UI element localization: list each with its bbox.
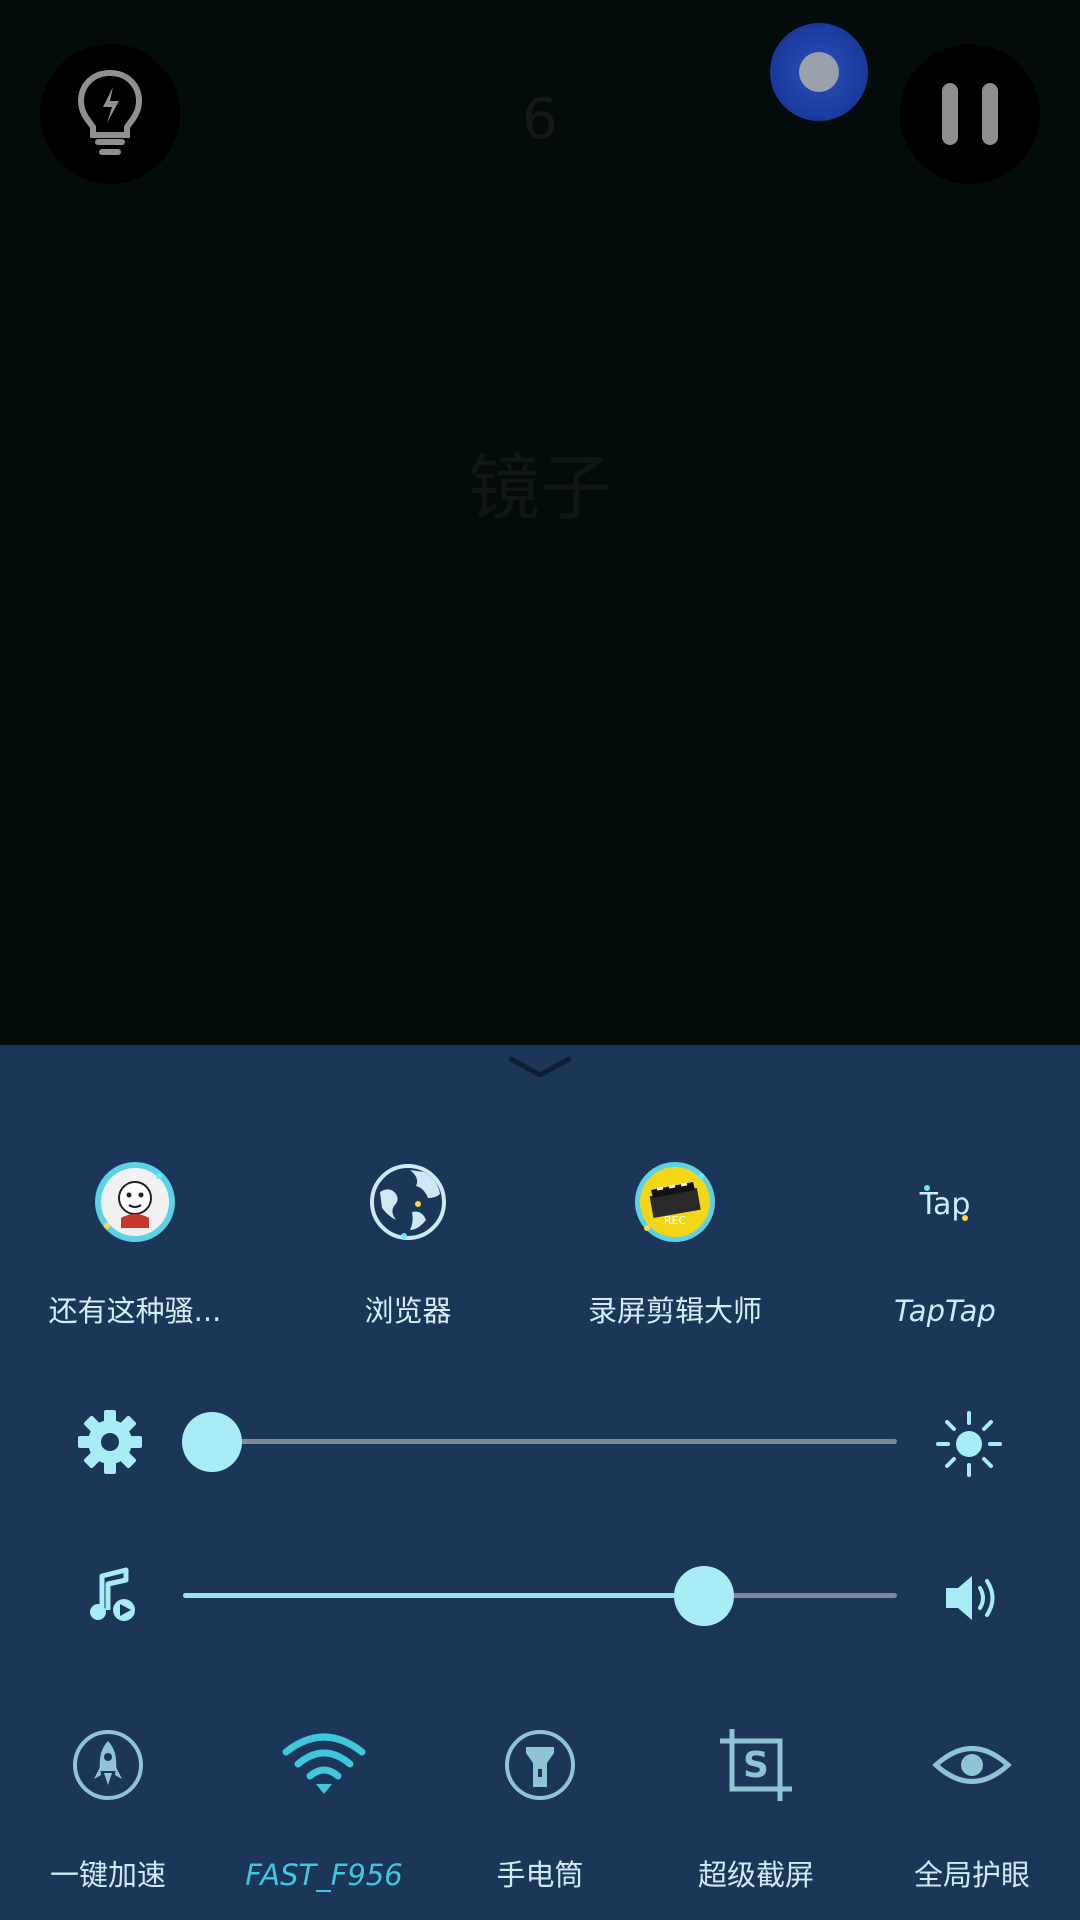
tile-flashlight[interactable]: 手电筒	[432, 1720, 648, 1892]
app-label: 录屏剪辑大师	[587, 1294, 762, 1328]
tile-label: 超级截屏	[697, 1858, 814, 1892]
chevron-down-icon[interactable]	[507, 1055, 573, 1079]
taptap-icon: Tap	[903, 1160, 987, 1244]
volume-slider[interactable]	[183, 1566, 897, 1626]
globe-icon	[366, 1160, 450, 1244]
brightness-slider[interactable]	[181, 1412, 897, 1472]
tile-screenshot[interactable]: S 超级截屏	[648, 1720, 864, 1892]
app-shortcut-meme[interactable]: 还有这种骚...	[20, 1160, 250, 1328]
app-label: TapTap	[894, 1294, 996, 1328]
music-note-icon[interactable]	[82, 1566, 142, 1626]
tile-eye-care[interactable]: 全局护眼	[864, 1720, 1080, 1892]
tile-boost[interactable]: 一键加速	[0, 1720, 216, 1892]
speaker-icon	[946, 1576, 995, 1620]
rec-clapper-icon: REC	[633, 1160, 717, 1244]
tile-label: FAST_F956	[245, 1858, 403, 1892]
rocket-icon	[63, 1720, 153, 1810]
tile-label: 手电筒	[496, 1858, 584, 1892]
app-shortcut-browser[interactable]: 浏览器	[293, 1160, 523, 1328]
eye-icon	[927, 1720, 1017, 1810]
screenshot-icon: S	[711, 1720, 801, 1810]
record-button[interactable]	[770, 23, 868, 121]
app-label: 还有这种骚...	[48, 1294, 222, 1328]
brightness-row	[0, 1402, 1080, 1482]
tile-label: 全局护眼	[913, 1858, 1030, 1892]
app-shortcut-screen-recorder[interactable]: REC 录屏剪辑大师	[560, 1160, 790, 1328]
app-shortcut-taptap[interactable]: Tap TapTap	[830, 1160, 1060, 1328]
gear-icon[interactable]	[75, 1407, 145, 1477]
pause-icon	[930, 83, 1010, 145]
app-shortcuts: 还有这种骚... 浏览器 REC 录屏剪辑大师 Tap TapTap	[0, 1160, 1080, 1350]
svg-text:S: S	[743, 1745, 769, 1786]
volume-row	[0, 1556, 1080, 1636]
app-label: 浏览器	[364, 1294, 452, 1328]
brightness-knob[interactable]	[181, 1412, 242, 1472]
svg-text:REC: REC	[664, 1214, 687, 1227]
flashlight-icon	[495, 1720, 585, 1810]
tile-wifi[interactable]: FAST_F956	[216, 1720, 432, 1892]
record-icon	[799, 52, 839, 92]
quick-toggles: 一键加速 FAST_F956 手电筒 S 超级截屏 全局护眼	[0, 1720, 1080, 1900]
volume-knob[interactable]	[674, 1566, 735, 1626]
wifi-icon	[279, 1720, 369, 1810]
mirror-label: 镜子	[467, 446, 612, 530]
pause-button[interactable]	[900, 44, 1040, 184]
volume-fill	[183, 1593, 705, 1598]
meme-face-icon	[93, 1160, 177, 1244]
tile-label: 一键加速	[49, 1858, 166, 1892]
sun-icon	[936, 1411, 1002, 1477]
